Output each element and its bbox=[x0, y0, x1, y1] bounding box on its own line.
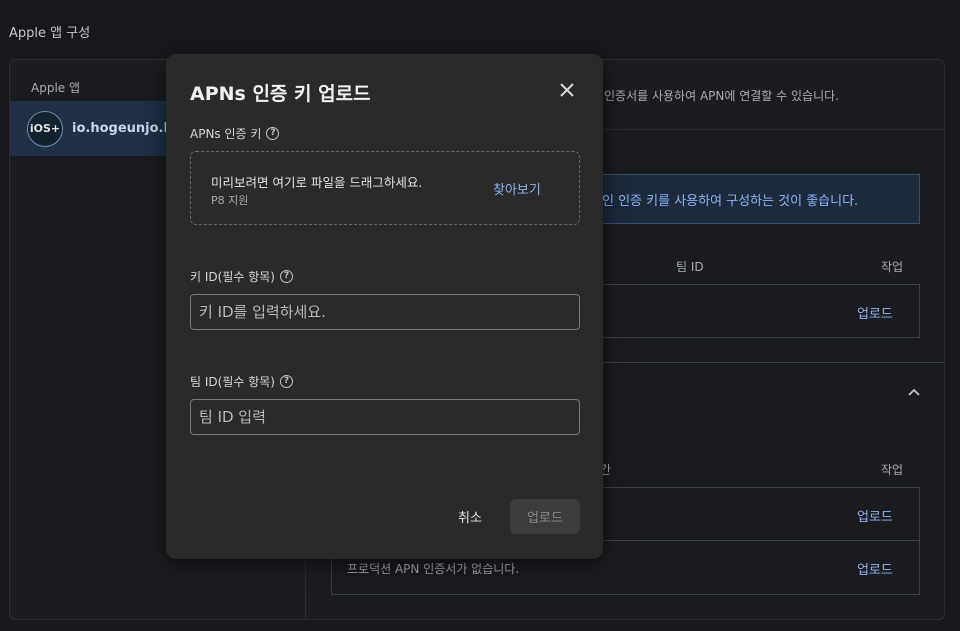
browse-button[interactable]: 찾아보기 bbox=[493, 179, 541, 198]
team-id-label: 팀 ID(필수 항목) ? bbox=[190, 373, 293, 390]
upload-prod-cert-link[interactable]: 업로드 bbox=[857, 559, 893, 578]
file-drop-zone[interactable]: 미리보려면 여기로 파일을 드래그하세요. P8 지원 찾아보기 bbox=[190, 151, 580, 225]
page-heading: Apple 앱 구성 bbox=[9, 26, 91, 41]
drop-zone-subtext: P8 지원 bbox=[211, 194, 249, 207]
chevron-up-icon[interactable] bbox=[907, 385, 921, 399]
key-id-label-text: 키 ID(필수 항목) bbox=[190, 270, 275, 284]
cancel-button[interactable]: 취소 bbox=[448, 499, 492, 533]
upload-dev-cert-link[interactable]: 업로드 bbox=[857, 506, 893, 525]
info-banner-text: 인 인증 키를 사용하여 구성하는 것이 좋습니다. bbox=[602, 193, 859, 209]
help-icon[interactable]: ? bbox=[266, 127, 280, 140]
column-header-action-b: 작업 bbox=[881, 463, 904, 477]
key-id-label: 키 ID(필수 항목) ? bbox=[190, 268, 293, 285]
drop-zone-text: 미리보려면 여기로 파일을 드래그하세요. bbox=[211, 175, 423, 190]
section-description: 인증서를 사용하여 APN에 연결할 수 있습니다. bbox=[604, 89, 839, 103]
column-header-team-id: 팀 ID bbox=[676, 260, 704, 274]
dialog-title: APNs 인증 키 업로드 bbox=[190, 83, 371, 105]
upload-button[interactable]: 업로드 bbox=[510, 499, 580, 534]
ios-platform-icon: iOS+ bbox=[27, 110, 63, 147]
team-id-input[interactable] bbox=[190, 399, 580, 435]
column-header-action: 작업 bbox=[881, 260, 904, 274]
upload-auth-key-link[interactable]: 업로드 bbox=[857, 303, 893, 322]
upload-apns-key-dialog: APNs 인증 키 업로드 APNs 인증 키 ? 미리보려면 여기로 파일을 … bbox=[166, 54, 603, 559]
team-id-label-text: 팀 ID(필수 항목) bbox=[190, 375, 275, 389]
key-id-input[interactable] bbox=[190, 294, 580, 330]
no-prod-cert-text: 프로덕션 APN 인증서가 없습니다. bbox=[347, 562, 520, 576]
apns-key-label-text: APNs 인증 키 bbox=[190, 127, 262, 141]
help-icon[interactable]: ? bbox=[279, 270, 293, 283]
close-icon[interactable] bbox=[558, 81, 576, 99]
apns-key-label: APNs 인증 키 ? bbox=[190, 125, 280, 142]
sidebar-title: Apple 앱 bbox=[31, 81, 81, 95]
help-icon[interactable]: ? bbox=[279, 375, 293, 388]
